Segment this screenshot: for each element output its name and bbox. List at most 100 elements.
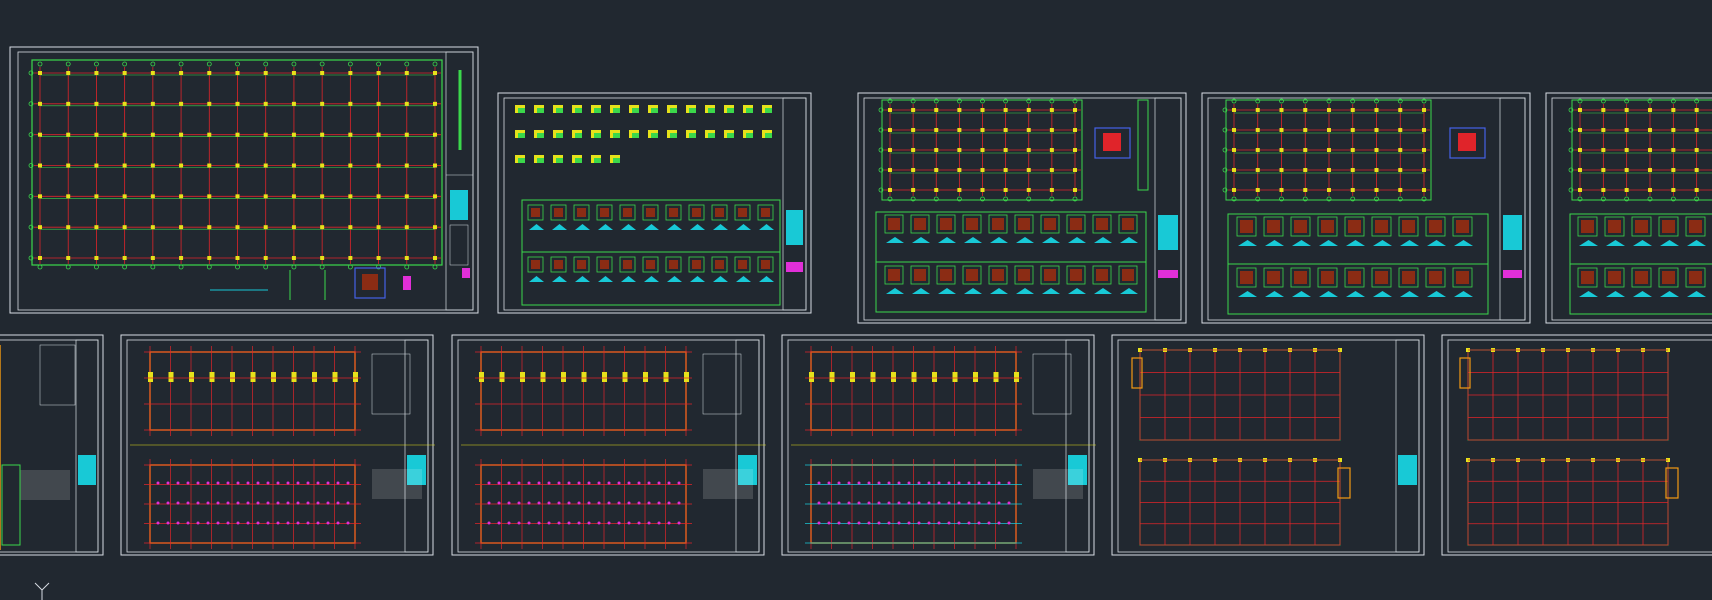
column-base <box>1687 240 1706 246</box>
fixture-mark <box>877 481 881 485</box>
fixture-mark <box>817 501 821 505</box>
column-fill <box>1456 271 1469 284</box>
column-details-sheet[interactable] <box>497 92 812 314</box>
column-fill <box>692 208 701 217</box>
door-mark <box>353 372 358 382</box>
column-mark <box>376 225 381 230</box>
door-mark <box>809 372 814 382</box>
column-fill <box>1348 220 1361 233</box>
fixture-mark <box>276 501 280 505</box>
fixture-mark <box>857 521 861 525</box>
column-mark <box>291 225 296 230</box>
fixture-mark <box>827 501 831 505</box>
column-base <box>1373 291 1392 297</box>
grid-bubble <box>291 264 297 270</box>
column-mark <box>404 256 409 260</box>
column-fill <box>600 260 609 269</box>
column-mark <box>1255 168 1260 172</box>
column-base <box>1068 237 1086 243</box>
column-base <box>964 288 982 294</box>
column-mark <box>888 128 892 132</box>
column-mark <box>1026 168 1031 172</box>
detail-mark <box>651 108 658 113</box>
column-mark <box>291 132 296 137</box>
floor-plan-sheet-d[interactable] <box>781 334 1096 556</box>
detail-mark <box>746 133 753 138</box>
fixture-mark <box>677 501 681 505</box>
fixture-mark <box>266 481 270 485</box>
fixture-mark <box>827 481 831 485</box>
floor-plan-sheet-b[interactable] <box>120 334 435 556</box>
column-base <box>1016 288 1034 294</box>
fixture-mark <box>817 481 821 485</box>
fixture-mark <box>286 521 290 525</box>
column-base <box>1373 240 1392 246</box>
column-fill <box>738 208 747 217</box>
model-space-canvas[interactable] <box>0 0 1712 600</box>
door-mark <box>622 372 628 382</box>
column-mark <box>348 225 353 230</box>
column-mark <box>94 101 99 106</box>
door-mark <box>291 372 297 382</box>
column-mark <box>1073 168 1077 172</box>
fixture-mark <box>867 521 871 525</box>
column-mark <box>888 148 892 152</box>
column-mark <box>235 132 240 137</box>
fixture-mark <box>977 501 981 505</box>
detail-mark <box>556 108 563 113</box>
grid-bubble <box>150 61 156 67</box>
column-mark <box>263 163 268 168</box>
column-mark <box>150 132 155 137</box>
fixture-mark <box>557 481 561 485</box>
structural-plan-sheet-c[interactable] <box>1545 92 1712 324</box>
column-mark <box>1232 148 1236 152</box>
grid-bubble <box>235 61 240 67</box>
structural-plan-sheet-b[interactable] <box>1201 92 1531 324</box>
column-mark <box>66 101 71 106</box>
fixture-mark <box>657 481 661 485</box>
detail-mark <box>575 158 582 163</box>
column-fill <box>914 269 926 281</box>
door-mark <box>870 372 876 382</box>
foundation-grid <box>28 61 441 270</box>
structural-plan-sheet-a[interactable] <box>857 92 1187 324</box>
column-fill <box>888 218 900 230</box>
fixture-mark <box>917 501 921 505</box>
fixture-mark <box>316 521 320 525</box>
floor-plan-sheet-a[interactable] <box>0 334 104 556</box>
column-mark <box>1398 128 1403 132</box>
fixture-mark <box>637 481 641 485</box>
column-mark <box>38 194 42 199</box>
column-fill <box>1096 218 1108 230</box>
column-mark <box>957 128 962 132</box>
column-mark <box>94 256 99 260</box>
door-mark <box>829 372 835 382</box>
column-base <box>736 224 751 230</box>
roof-grid-sheet-a[interactable] <box>1111 334 1425 556</box>
fixture-mark <box>326 481 330 485</box>
detail-mark <box>727 133 734 138</box>
column-base <box>1042 288 1060 294</box>
fixture-mark <box>867 481 871 485</box>
column-mark <box>38 163 42 168</box>
fixture-mark <box>176 501 180 505</box>
column-mark <box>207 194 212 199</box>
column-mark <box>888 168 892 172</box>
detail-mark <box>518 158 525 163</box>
fixture-mark <box>487 521 491 525</box>
column-mark <box>1003 128 1008 132</box>
column-base <box>1687 291 1706 297</box>
fixture-mark <box>947 501 951 505</box>
door-mark <box>663 372 669 382</box>
fixture-mark <box>206 521 210 525</box>
door-mark <box>973 372 978 382</box>
foundation-plan-sheet[interactable] <box>9 46 479 314</box>
column-base <box>1120 237 1138 243</box>
floor-plan-sheet-c[interactable] <box>451 334 766 556</box>
column-fill <box>1635 220 1648 233</box>
column-mark <box>179 194 184 199</box>
fixture-mark <box>607 501 611 505</box>
door-mark <box>602 372 607 382</box>
roof-grid-sheet-b[interactable] <box>1441 334 1712 556</box>
fixture-mark <box>987 481 991 485</box>
